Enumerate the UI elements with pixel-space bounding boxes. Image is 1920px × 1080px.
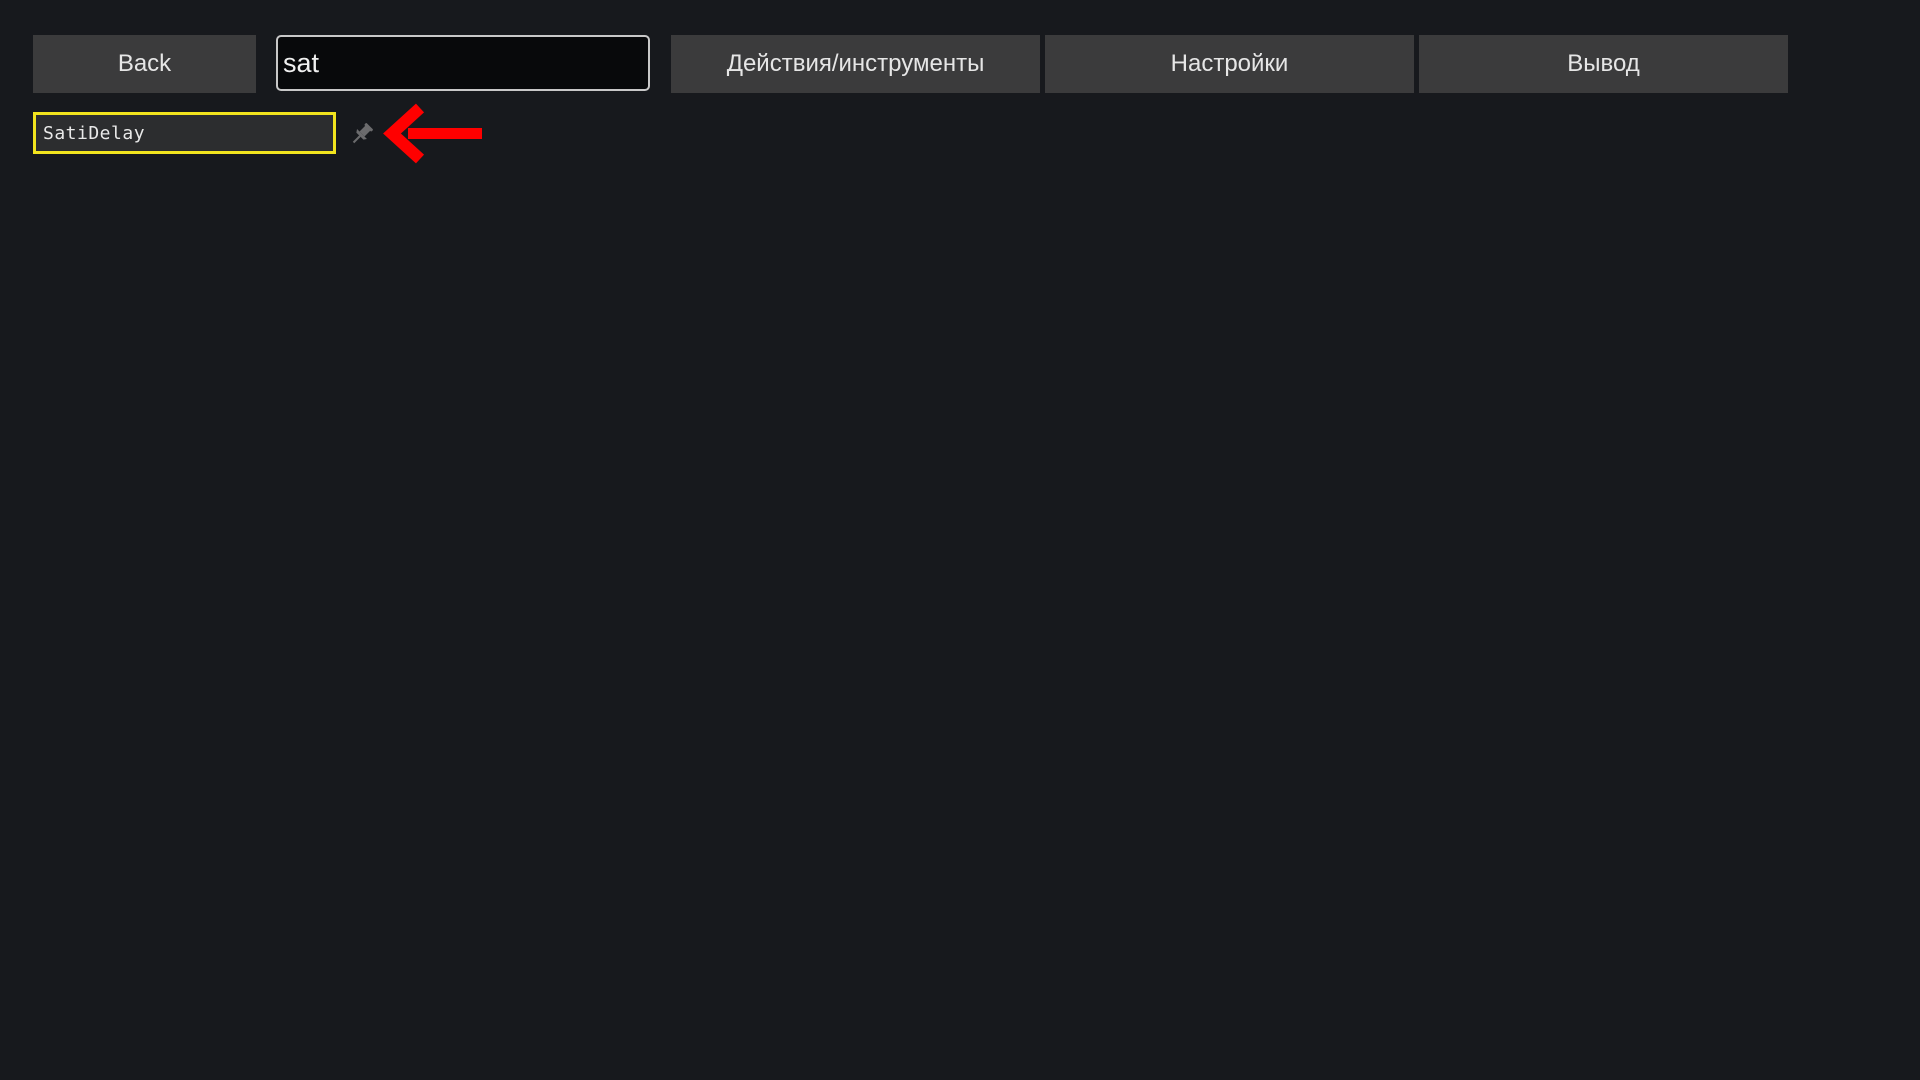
pin-icon[interactable] xyxy=(348,120,376,148)
result-item-satidelay[interactable]: SatiDelay xyxy=(33,112,336,154)
app-screen: Back Действия/инструменты Настройки Выво… xyxy=(0,0,1920,1080)
back-button[interactable]: Back xyxy=(33,35,256,93)
tab-output[interactable]: Вывод xyxy=(1419,35,1788,93)
search-input[interactable] xyxy=(283,47,648,79)
tab-actions-tools[interactable]: Действия/инструменты xyxy=(671,35,1040,93)
search-box[interactable] xyxy=(276,35,650,91)
left-arrow-icon xyxy=(380,102,484,166)
tab-settings[interactable]: Настройки xyxy=(1045,35,1414,93)
